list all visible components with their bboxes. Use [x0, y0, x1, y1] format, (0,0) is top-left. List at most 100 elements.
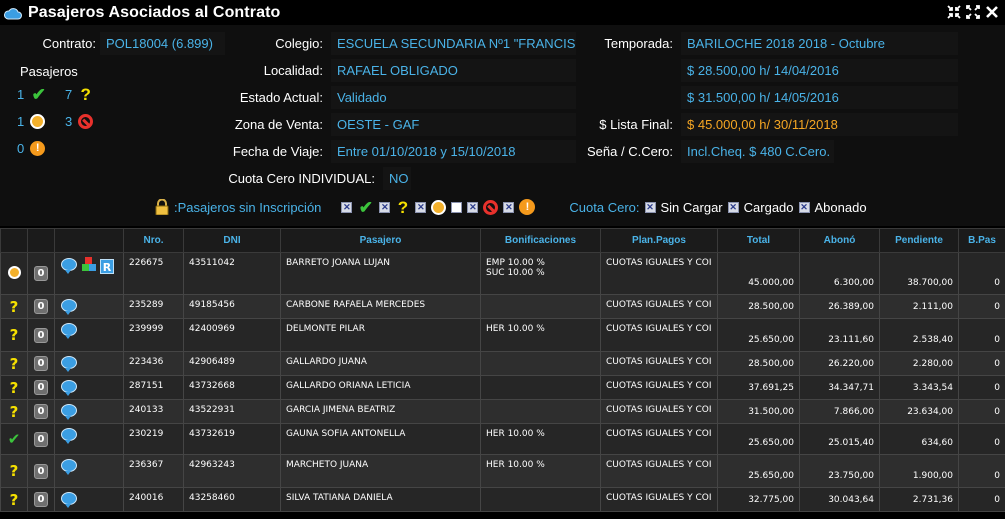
filter-checkbox-warning[interactable]: ✕ — [503, 201, 515, 213]
status-cell: ? — [0, 375, 28, 400]
table-row[interactable]: 0 R 226675 43511042 BARRETO JOANA LUJAN EMP 1… — [0, 252, 1005, 295]
maximize-icon[interactable] — [966, 5, 980, 19]
table-row[interactable]: ? 0 287151 43732668 GALLARDO ORIANA LETICIA C… — [0, 375, 1005, 400]
pendiente-cell: 2.111,00 — [879, 294, 959, 319]
chat-bubble-icon[interactable] — [61, 492, 77, 508]
question-icon: ? — [9, 378, 19, 397]
filter-checkbox-ban[interactable]: ✕ — [467, 201, 479, 213]
column-header[interactable]: Total — [717, 228, 800, 253]
zero-badge-icon[interactable]: 0 — [34, 356, 48, 371]
bonificaciones-cell — [480, 351, 601, 376]
badge-cell: 0 — [27, 454, 55, 488]
pasajero-cell: MARCHETO JUANA — [280, 454, 481, 488]
close-icon[interactable] — [985, 5, 999, 19]
filter-checkbox-clock[interactable]: ✕ — [415, 201, 427, 213]
dni-cell: 43732668 — [183, 375, 281, 400]
legend-bar: :Pasajeros sin Inscripción ✕ ✔ ✕ ? ✕ ✕ ✕… — [155, 197, 867, 217]
zero-badge-icon[interactable]: 0 — [34, 431, 48, 447]
bonificacion-line: HER 10.00 % — [486, 429, 545, 439]
column-header[interactable]: DNI — [183, 228, 281, 253]
ban-icon — [483, 199, 499, 215]
pasajero-cell: DELMONTE PILAR — [280, 318, 481, 352]
chat-bubble-icon[interactable] — [61, 428, 77, 444]
status-cell: ? — [0, 294, 28, 319]
zero-badge-icon[interactable]: 0 — [34, 327, 48, 343]
table-row[interactable]: ? 0 239999 42400969 DELMONTE PILAR HER 10.00 … — [0, 318, 1005, 352]
table-row[interactable]: ? 0 223436 42906489 GALLARDO JUANA CUOTAS IGU… — [0, 351, 1005, 376]
status-cell: ? — [0, 454, 28, 488]
sena-value: Incl.Cheq. $ 480 C.Cero. — [681, 140, 834, 163]
question-icon: ? — [9, 354, 19, 373]
pendientes-count[interactable]: 7 ? — [65, 86, 93, 103]
chat-bubble-icon[interactable] — [61, 299, 77, 315]
table-row[interactable]: ✔ 0 230219 43732619 GAUNA SOFIA ANTONELLA HER… — [0, 423, 1005, 455]
pendiente-cell: 23.634,00 — [879, 399, 959, 424]
cargado-checkbox[interactable]: ✕ — [727, 201, 739, 213]
column-header[interactable]: Nro. — [123, 228, 184, 253]
chat-bubble-icon[interactable] — [61, 459, 77, 475]
bonificaciones-cell — [480, 294, 601, 319]
column-header[interactable]: Abonó — [799, 228, 880, 253]
total-cell: 45.000,00 — [717, 252, 800, 295]
question-icon: ? — [397, 197, 409, 217]
zona-label: Zona de Venta: — [234, 117, 323, 132]
filter-checkbox-question[interactable]: ✕ — [379, 201, 391, 213]
zero-badge-icon[interactable]: 0 — [34, 492, 48, 507]
chat-bubble-icon[interactable] — [61, 356, 77, 372]
badge-cell: 0 — [27, 351, 55, 376]
dni-cell: 43511042 — [183, 252, 281, 295]
zero-badge-icon[interactable]: 0 — [34, 463, 48, 479]
total-cell: 25.650,00 — [717, 318, 800, 352]
column-header[interactable] — [27, 228, 55, 253]
r-badge-icon[interactable]: R — [100, 259, 114, 274]
sena-label: Seña / C.Cero: — [587, 144, 673, 159]
table-row[interactable]: ? 0 240133 43522931 GARCIA JIMENA BEATRIZ CUO… — [0, 399, 1005, 424]
pendiente-cell: 3.343,54 — [879, 375, 959, 400]
contrato-label: Contrato: — [42, 36, 96, 51]
contrato-value: POL18004 (6.899) — [100, 32, 225, 55]
alertas-count[interactable]: 0 ! — [17, 141, 46, 156]
chat-bubble-icon[interactable] — [61, 323, 77, 339]
column-header[interactable]: Pendiente — [879, 228, 959, 253]
zero-badge-icon[interactable]: 0 — [34, 299, 48, 314]
sin-inscripcion-label: :Pasajeros sin Inscripción — [174, 199, 322, 215]
question-icon: ? — [9, 462, 19, 480]
validados-count[interactable]: 1 ✔ — [17, 86, 47, 103]
blocks-icon[interactable] — [82, 257, 96, 271]
badge-cell: 0 — [27, 375, 55, 400]
fecha-viaje-value: Entre 01/10/2018 y 15/10/2018 — [331, 140, 576, 163]
column-header[interactable]: B.Pas — [958, 228, 1005, 253]
abonado-checkbox[interactable]: ✕ — [798, 201, 810, 213]
en-espera-number: 1 — [17, 114, 25, 129]
table-row[interactable]: ? 0 235289 49185456 CARBONE RAFAELA MERCEDES… — [0, 294, 1005, 319]
colegio-value: ESCUELA SECUNDARIA Nº1 "FRANCISCO — [331, 32, 576, 55]
sin-cargar-checkbox[interactable]: ✕ — [644, 201, 656, 213]
column-header[interactable] — [54, 228, 124, 253]
zero-badge-icon[interactable]: 0 — [34, 380, 48, 395]
nro-cell: 230219 — [123, 423, 184, 455]
minimize-icon[interactable] — [947, 5, 961, 19]
chat-bubble-icon[interactable] — [61, 404, 77, 420]
plan-pagos-cell: CUOTAS IGUALES Y COI — [600, 399, 718, 424]
clock-icon — [30, 114, 46, 129]
en-espera-count[interactable]: 1 — [17, 114, 46, 129]
abonado-label: Abonado — [814, 199, 867, 215]
zero-badge-icon[interactable]: 0 — [34, 266, 48, 281]
total-cell: 25.650,00 — [717, 454, 800, 488]
chat-bubble-icon[interactable] — [61, 380, 77, 396]
filter-checkbox-blank[interactable] — [451, 201, 463, 213]
filter-checkbox-check[interactable]: ✕ — [341, 201, 353, 213]
plan-pagos-cell: CUOTAS IGUALES Y COI — [600, 454, 718, 488]
column-header[interactable] — [0, 228, 28, 253]
column-header[interactable]: Plan.Pagos — [600, 228, 718, 253]
column-header[interactable]: Bonificaciones — [480, 228, 601, 253]
zero-badge-icon[interactable]: 0 — [34, 404, 48, 419]
column-header[interactable]: Pasajero — [280, 228, 481, 253]
badge-cell: 0 — [27, 318, 55, 352]
chat-bubble-icon[interactable] — [61, 258, 77, 274]
question-icon: ? — [9, 490, 19, 509]
bonificacion-line: EMP 10.00 % — [486, 258, 545, 268]
table-row[interactable]: ? 0 236367 42963243 MARCHETO JUANA HER 10.00 … — [0, 454, 1005, 488]
anulados-count[interactable]: 3 — [65, 114, 94, 129]
table-row[interactable]: ? 0 240016 43258460 SILVA TATIANA DANIELA CUO… — [0, 487, 1005, 512]
